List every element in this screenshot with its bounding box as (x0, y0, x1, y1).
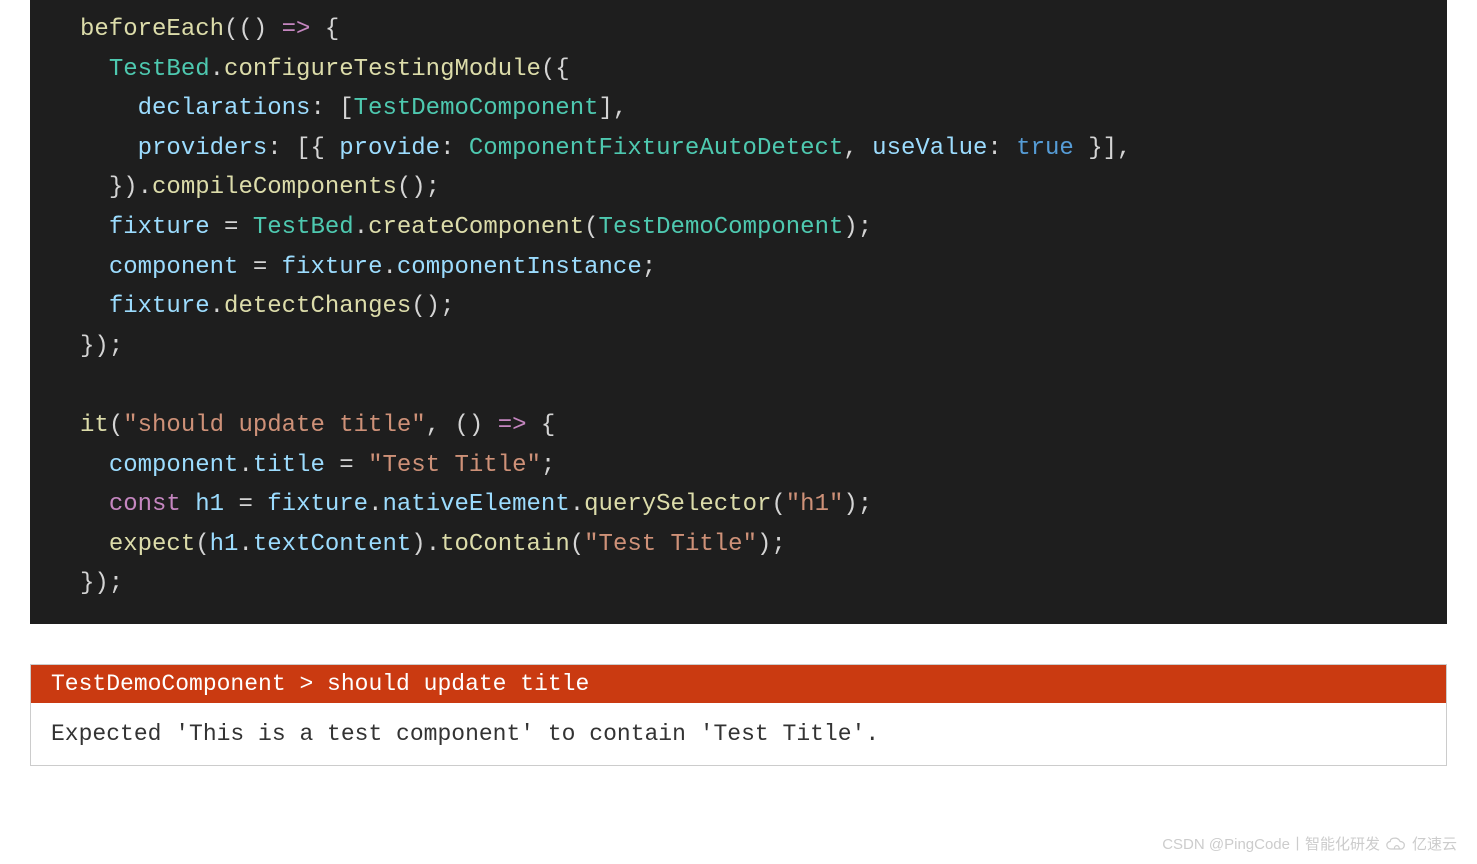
code-line[interactable]: TestBed.configureTestingModule({ (80, 50, 1427, 90)
code-line[interactable]: fixture.detectChanges(); (80, 287, 1427, 327)
watermark-brand: 亿速云 (1412, 833, 1457, 854)
code-line[interactable]: declarations: [TestDemoComponent], (80, 89, 1427, 129)
cloud-icon (1386, 837, 1406, 851)
code-line[interactable]: providers: [{ provide: ComponentFixtureA… (80, 129, 1427, 169)
watermark-csdn: CSDN @PingCode丨智能化研发 (1162, 833, 1380, 854)
code-line[interactable]: expect(h1.textContent).toContain("Test T… (80, 525, 1427, 565)
code-line[interactable]: }); (80, 564, 1427, 604)
code-line[interactable]: }); (80, 327, 1427, 367)
code-line[interactable]: }).compileComponents(); (80, 168, 1427, 208)
code-line[interactable]: const h1 = fixture.nativeElement.querySe… (80, 485, 1427, 525)
watermark: CSDN @PingCode丨智能化研发 亿速云 (1162, 833, 1457, 854)
code-line[interactable]: component.title = "Test Title"; (80, 446, 1427, 486)
code-line[interactable]: component = fixture.componentInstance; (80, 248, 1427, 288)
test-failure-message: Expected 'This is a test component' to c… (31, 703, 1446, 765)
code-line[interactable]: it("should update title", () => { (80, 406, 1427, 446)
code-line[interactable] (80, 366, 1427, 406)
test-failure-header: TestDemoComponent > should update title (31, 665, 1446, 703)
code-line[interactable]: fixture = TestBed.createComponent(TestDe… (80, 208, 1427, 248)
code-line[interactable]: beforeEach(() => { (80, 10, 1427, 50)
code-editor[interactable]: beforeEach(() => { TestBed.configureTest… (30, 0, 1447, 624)
test-output-panel: TestDemoComponent > should update title … (30, 664, 1447, 766)
